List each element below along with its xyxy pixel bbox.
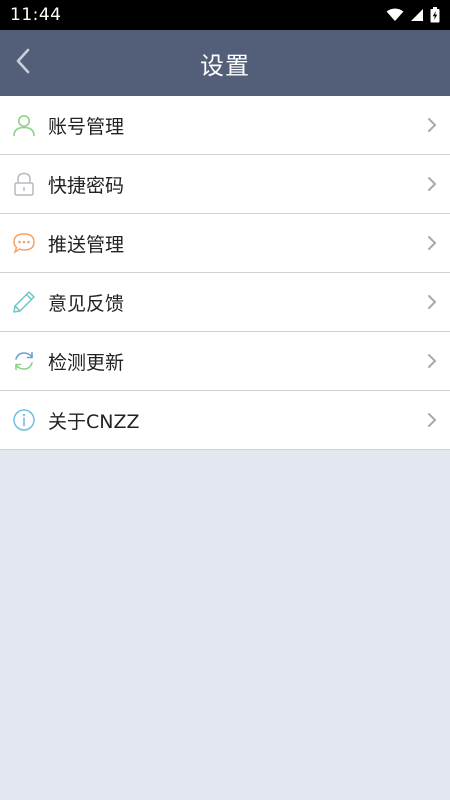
- chat-bubble-icon: [12, 231, 36, 255]
- menu-item-account[interactable]: 账号管理: [0, 96, 450, 155]
- chevron-right-icon: [427, 294, 437, 314]
- chevron-right-icon: [427, 412, 437, 432]
- menu-item-label: 关于CNZZ: [48, 410, 140, 433]
- page-title: 设置: [200, 51, 250, 80]
- signal-icon: [410, 8, 424, 22]
- settings-menu: 账号管理 快捷密码 推送管理 意见反馈 检测更新 关于CNZZ: [0, 96, 450, 450]
- wifi-icon: [386, 8, 404, 22]
- app-header: 设置: [0, 30, 450, 96]
- menu-item-feedback[interactable]: 意见反馈: [0, 273, 450, 332]
- menu-item-check-update[interactable]: 检测更新: [0, 332, 450, 391]
- menu-item-label: 账号管理: [48, 115, 125, 138]
- user-icon: [12, 113, 36, 137]
- status-icons: [386, 7, 440, 23]
- chevron-right-icon: [427, 235, 437, 255]
- chevron-right-icon: [427, 117, 437, 137]
- status-bar: 11:44: [0, 0, 450, 30]
- back-button[interactable]: [6, 43, 40, 83]
- menu-item-push[interactable]: 推送管理: [0, 214, 450, 273]
- chevron-right-icon: [427, 353, 437, 373]
- pencil-icon: [12, 290, 36, 314]
- refresh-icon: [12, 349, 36, 373]
- menu-item-label: 意见反馈: [48, 292, 125, 315]
- menu-item-label: 推送管理: [48, 233, 125, 256]
- status-time: 11:44: [10, 5, 62, 25]
- menu-item-label: 检测更新: [48, 351, 125, 374]
- info-icon: [12, 408, 36, 432]
- chevron-left-icon: [15, 48, 31, 78]
- chevron-right-icon: [427, 176, 437, 196]
- menu-item-about[interactable]: 关于CNZZ: [0, 391, 450, 450]
- battery-icon: [430, 7, 440, 23]
- menu-item-quick-password[interactable]: 快捷密码: [0, 155, 450, 214]
- lock-icon: [12, 172, 36, 196]
- menu-item-label: 快捷密码: [48, 174, 125, 197]
